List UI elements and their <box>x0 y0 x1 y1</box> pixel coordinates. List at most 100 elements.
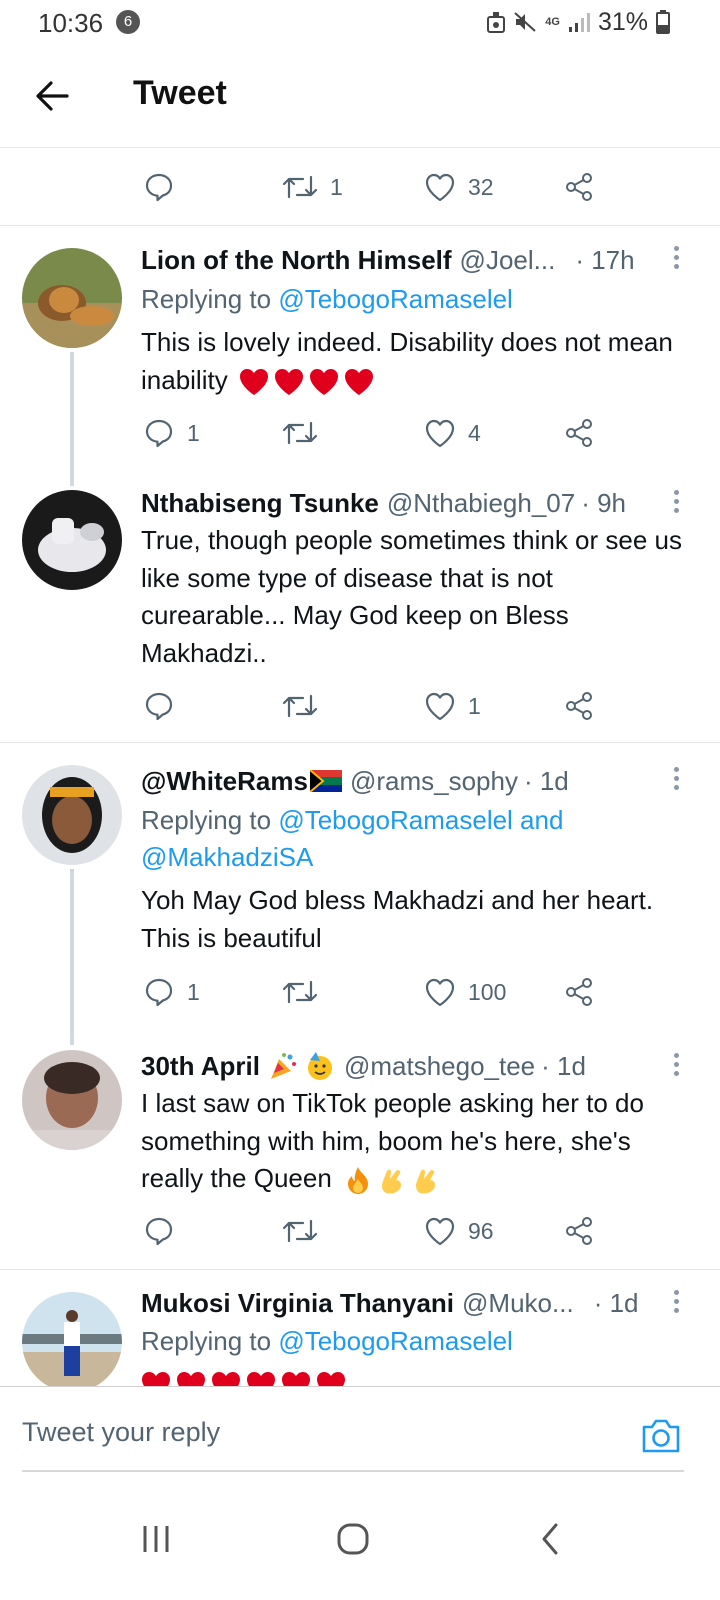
reply-icon <box>145 978 173 1007</box>
tweet-text-content: This is lovely indeed. Disability does n… <box>141 327 673 395</box>
more-options-icon[interactable] <box>672 490 680 516</box>
avatar[interactable] <box>22 490 122 590</box>
author-handle[interactable]: @Joel... <box>460 245 556 276</box>
author-handle[interactable]: @Nthabiegh_07 <box>387 488 575 519</box>
author-name[interactable]: Lion of the North Himself <box>141 245 452 276</box>
pinching-hand-emoji <box>382 1169 402 1194</box>
camera-icon[interactable] <box>640 1415 682 1455</box>
mention-link[interactable]: @TebogoRamaselel and <box>278 805 563 835</box>
tweet-text: This is lovely indeed. Disability does n… <box>141 324 696 399</box>
status-icons: 4G 31% <box>487 8 670 36</box>
reply-input[interactable]: Tweet your reply <box>22 1417 220 1448</box>
reply-count: 1 <box>187 978 200 1005</box>
retweet-button[interactable] <box>282 1209 330 1253</box>
reply-count: 1 <box>187 419 200 446</box>
avatar[interactable] <box>22 765 122 865</box>
tweet-text: I last saw on TikTok people asking her t… <box>141 1085 696 1198</box>
more-options-icon[interactable] <box>672 1290 680 1316</box>
tweet-header: Nthabiseng Tsunke @Nthabiegh_07 · 9h <box>141 486 690 520</box>
author-handle[interactable]: @matshego_tee <box>344 1051 535 1082</box>
avatar[interactable] <box>22 248 122 348</box>
share-button[interactable] <box>564 970 594 1014</box>
back-arrow-icon[interactable] <box>34 78 70 114</box>
reply-button[interactable] <box>143 165 187 209</box>
more-options-icon[interactable] <box>672 767 680 793</box>
reply-composer: Tweet your reply <box>0 1386 720 1472</box>
replying-label: Replying to <box>141 284 272 314</box>
reply-button[interactable] <box>143 684 187 728</box>
mention-link[interactable]: @TebogoRamaselel <box>278 284 513 314</box>
red-heart-icon <box>247 1372 275 1386</box>
like-button[interactable]: 32 <box>424 165 494 209</box>
partying-face-emoji <box>304 1051 336 1081</box>
reply-tweet[interactable]: @WhiteRams @rams_sophy · 1d Replying to … <box>0 743 720 1045</box>
share-button[interactable] <box>564 1209 594 1253</box>
heart-outline-icon <box>425 692 455 721</box>
share-icon <box>566 978 592 1006</box>
reply-tweet[interactable]: Nthabiseng Tsunke @Nthabiegh_07 · 9h Tru… <box>0 486 720 742</box>
mention-link[interactable]: @TebogoRamaselel <box>278 1326 513 1356</box>
retweet-button[interactable] <box>282 684 330 728</box>
reply-input-underline <box>22 1470 684 1472</box>
app-header: Tweet <box>0 46 720 148</box>
more-options-icon[interactable] <box>672 246 680 272</box>
share-button[interactable] <box>564 684 594 728</box>
thread-line <box>70 869 74 1045</box>
retweet-button[interactable]: 1 <box>282 165 343 209</box>
reply-tweet[interactable]: 30th April @matshego_tee · 1d I last saw… <box>0 1045 720 1269</box>
share-button[interactable] <box>564 165 594 209</box>
battery-percent: 31% <box>597 7 648 36</box>
fire-emoji <box>348 1167 369 1195</box>
south-africa-flag-icon <box>309 770 342 792</box>
red-heart-icon <box>142 1372 170 1386</box>
like-button[interactable]: 4 <box>424 411 481 455</box>
back-nav-icon[interactable] <box>520 1508 580 1568</box>
red-heart-icon <box>177 1372 205 1386</box>
home-icon[interactable] <box>323 1508 383 1568</box>
author-name[interactable]: Mukosi Virginia Thanyani <box>141 1288 454 1319</box>
pinching-hand-emoji <box>416 1169 436 1194</box>
red-heart-icon <box>282 1372 310 1386</box>
tweet-text: True, though people sometimes think or s… <box>141 525 682 668</box>
author-handle[interactable]: @rams_sophy <box>350 766 518 797</box>
retweet-icon <box>282 980 318 1004</box>
author-name[interactable]: @WhiteRams <box>141 766 308 797</box>
avatar[interactable] <box>22 1292 122 1386</box>
replying-label: Replying to <box>141 805 272 835</box>
reply-button[interactable]: 1 <box>143 411 200 455</box>
red-heart-icon <box>212 1372 240 1386</box>
author-name[interactable]: 30th April <box>141 1051 260 1082</box>
reply-tweet[interactable]: Mukosi Virginia Thanyani @Muko... · 1d R… <box>0 1270 720 1386</box>
heart-emoji-group <box>141 1371 346 1386</box>
author-name[interactable]: Nthabiseng Tsunke <box>141 488 379 519</box>
reply-tweet[interactable]: Lion of the North Himself @Joel... · 17h… <box>0 226 720 486</box>
avatar[interactable] <box>22 1050 122 1150</box>
reply-icon <box>145 419 173 448</box>
retweet-button[interactable] <box>282 411 330 455</box>
like-button[interactable]: 96 <box>424 1209 494 1253</box>
heart-outline-icon <box>425 1217 455 1246</box>
like-count: 4 <box>468 419 481 446</box>
share-button[interactable] <box>564 411 594 455</box>
retweet-icon <box>282 421 318 445</box>
author-handle[interactable]: @Muko... <box>462 1288 574 1319</box>
share-icon <box>566 419 592 447</box>
like-button[interactable]: 100 <box>424 970 506 1014</box>
tweet-time: · 9h <box>581 487 627 518</box>
tweet-time: · 1d <box>541 1050 586 1081</box>
tweet-time: · 1d <box>593 1287 639 1318</box>
emoji-group <box>343 1165 441 1195</box>
retweet-button[interactable] <box>282 970 330 1014</box>
more-options-icon[interactable] <box>672 1053 680 1079</box>
reply-button[interactable] <box>143 1209 187 1253</box>
notification-count-badge: 6 <box>116 10 140 34</box>
reply-button[interactable]: 1 <box>143 970 200 1014</box>
tweet-text: Yoh May God bless Makhadzi and her heart… <box>141 885 654 953</box>
main-tweet-actions: 1 32 <box>0 148 720 226</box>
replying-label: Replying to <box>141 1326 272 1356</box>
reply-icon <box>145 692 173 721</box>
recent-apps-icon[interactable] <box>126 1508 186 1568</box>
like-button[interactable]: 1 <box>424 684 481 728</box>
mention-link[interactable]: @MakhadziSA <box>141 842 313 872</box>
lock-icon <box>487 12 506 33</box>
